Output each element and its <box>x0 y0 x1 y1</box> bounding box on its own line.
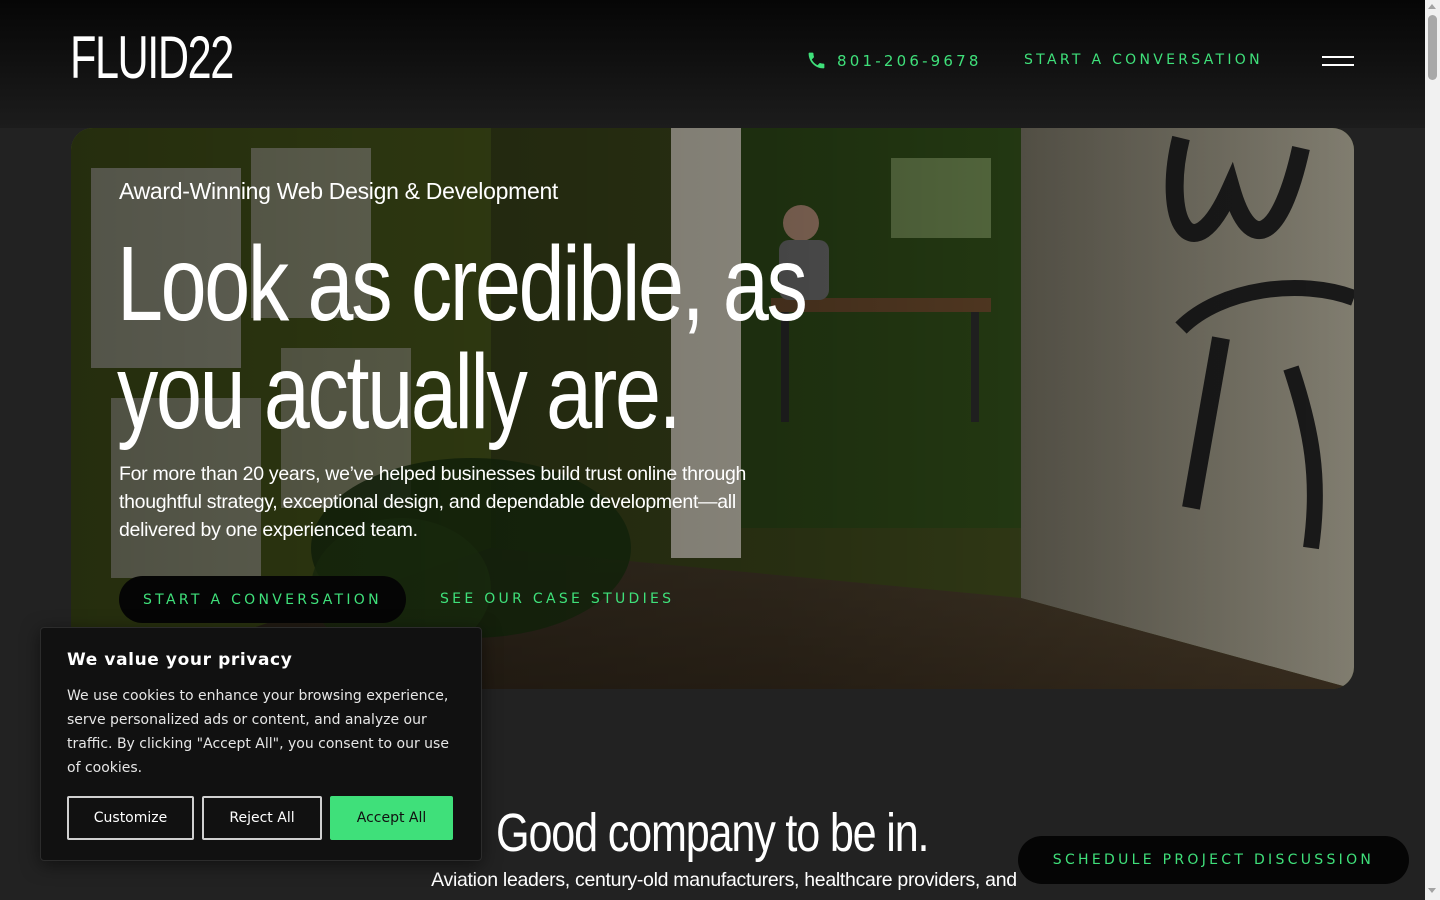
phone-icon <box>808 52 825 69</box>
hero-headline-line-1: Look as credible, as <box>117 225 808 343</box>
clients-description: Aviation leaders, century-old manufactur… <box>431 869 1017 891</box>
hero-section: Award-Winning Web Design & Development L… <box>71 128 1354 689</box>
schedule-project-button[interactable]: SCHEDULE PROJECT DISCUSSION <box>1018 836 1409 884</box>
scroll-up-arrow-icon[interactable] <box>1428 4 1436 9</box>
cookie-consent-banner: We value your privacy We use cookies to … <box>40 627 482 861</box>
hero-eyebrow: Award-Winning Web Design & Development <box>119 178 559 204</box>
start-conversation-nav-link[interactable]: START A CONVERSATION <box>1024 52 1263 68</box>
accept-all-button[interactable]: Accept All <box>330 796 453 840</box>
hero-headline: Look as credible, as you actually are. <box>117 230 819 446</box>
hamburger-menu-icon[interactable] <box>1320 54 1356 70</box>
scrollbar-thumb[interactable] <box>1428 15 1437 80</box>
hero-headline-line-2: you actually are. <box>117 333 682 451</box>
site-logo[interactable]: FLUID22 <box>70 26 234 90</box>
phone-number: 801-206-9678 <box>837 51 982 70</box>
customize-button[interactable]: Customize <box>67 796 194 840</box>
clients-title: Good company to be in. <box>496 803 929 863</box>
reject-all-button[interactable]: Reject All <box>202 796 322 840</box>
scroll-down-arrow-icon[interactable] <box>1428 888 1436 893</box>
cookie-title: We value your privacy <box>67 650 293 670</box>
hero-description: For more than 20 years, we’ve helped bus… <box>119 463 747 541</box>
page-scrollbar[interactable] <box>1425 0 1440 900</box>
site-header: FLUID22 801-206-9678 START A CONVERSATIO… <box>0 0 1425 128</box>
phone-link[interactable]: 801-206-9678 <box>806 50 982 71</box>
cookie-text: We use cookies to enhance your browsing … <box>67 688 449 776</box>
start-conversation-button[interactable]: START A CONVERSATION <box>119 576 406 623</box>
case-studies-link[interactable]: SEE OUR CASE STUDIES <box>440 591 674 607</box>
